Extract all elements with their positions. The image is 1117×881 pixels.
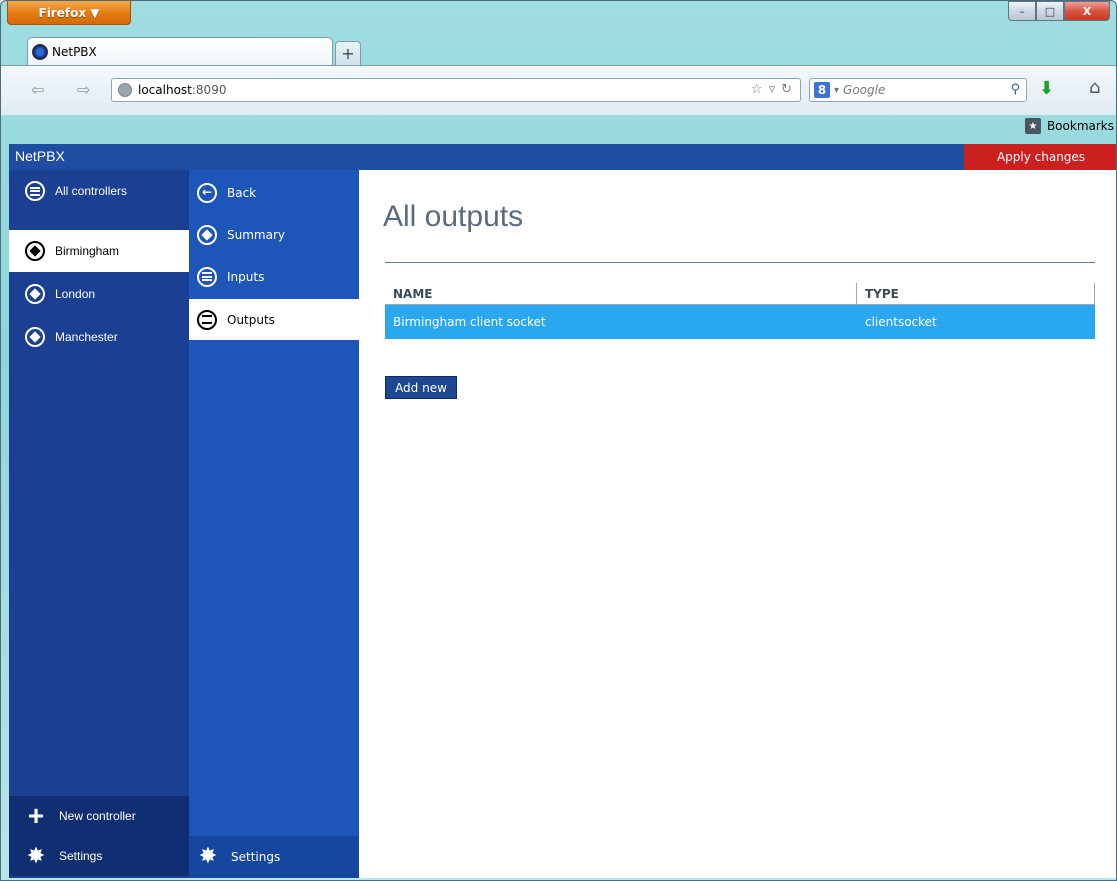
bookmarks-label: Bookmarks	[1046, 119, 1114, 133]
download-icon[interactable]: ⬇	[1039, 78, 1054, 99]
all-controllers-label: All controllers	[55, 184, 128, 198]
column-header-type[interactable]: TYPE	[857, 283, 1095, 304]
dropdown-icon[interactable]: ▿	[769, 82, 776, 97]
menu-item-back[interactable]: ← Back	[189, 172, 359, 213]
list-circle-icon	[197, 266, 217, 287]
close-button[interactable]: X	[1064, 1, 1110, 21]
page-title: All outputs	[383, 200, 524, 233]
search-bar[interactable]: 8 ▾ Google ⚲	[809, 78, 1027, 102]
controller-item-manchester[interactable]: Manchester	[9, 316, 189, 358]
apply-changes-button[interactable]: Apply changes	[964, 144, 1116, 170]
netpbx-favicon-icon	[32, 43, 48, 60]
search-engine-dropdown-icon[interactable]: ▾	[834, 85, 839, 96]
diamond-circle-icon	[197, 224, 217, 245]
forward-arrow-icon[interactable]: ⇨	[77, 80, 90, 99]
controller-label: Manchester	[55, 330, 118, 344]
menu-item-label: Outputs	[227, 312, 275, 327]
bookmarks-button[interactable]: ★ Bookmarks	[1024, 118, 1114, 134]
url-port: :8090	[191, 83, 227, 97]
window-controls: – □ X	[1008, 1, 1110, 21]
bookmarks-icon: ★	[1024, 118, 1041, 134]
settings-label: Settings	[231, 850, 281, 864]
controller-item-london[interactable]: London	[9, 273, 189, 315]
list-circle-icon	[25, 181, 45, 201]
controller-label: Birmingham	[55, 244, 120, 258]
column-header-name[interactable]: NAME	[385, 283, 857, 304]
url-tools: ☆ ▿ ↻	[751, 82, 792, 97]
back-circle-icon: ←	[197, 182, 217, 203]
all-controllers-item[interactable]: All controllers	[9, 170, 189, 212]
globe-icon	[118, 83, 132, 97]
star-icon[interactable]: ☆	[751, 82, 763, 97]
google-icon[interactable]: 8	[814, 82, 830, 98]
gear-icon: ✸	[26, 843, 46, 868]
controller-item-birmingham[interactable]: Birmingham	[9, 230, 189, 272]
netpbx-app: NetPBX Apply changes All controllers Bir…	[9, 144, 1116, 878]
controllers-sidebar: All controllers Birmingham London Manche…	[9, 170, 189, 878]
diamond-circle-icon	[25, 241, 45, 261]
controller-menu: ← Back Summary Inputs Outputs ✸ Settings	[189, 170, 359, 878]
menu-item-label: Back	[227, 185, 257, 200]
controller-label: London	[55, 287, 96, 301]
controller-settings-button[interactable]: ✸ Settings	[189, 836, 359, 878]
list-circle-icon	[197, 309, 217, 330]
cell-name: Birmingham client socket	[393, 315, 546, 329]
diamond-circle-icon	[25, 284, 45, 304]
diamond-circle-icon	[25, 327, 45, 347]
new-tab-button[interactable]: +	[335, 41, 361, 65]
app-title: NetPBX	[15, 148, 65, 164]
menu-item-summary[interactable]: Summary	[189, 214, 359, 255]
browser-tab[interactable]: NetPBX	[27, 37, 333, 65]
global-settings-button[interactable]: ✸ Settings	[9, 836, 189, 876]
firefox-menu-button[interactable]: Firefox ▼	[7, 1, 131, 25]
new-controller-label: New controller	[59, 809, 136, 823]
url-bar[interactable]: localhost :8090 ☆ ▿ ↻	[111, 78, 801, 102]
maximize-button[interactable]: □	[1036, 1, 1064, 21]
menu-item-outputs[interactable]: Outputs	[189, 299, 359, 340]
tab-title: NetPBX	[52, 44, 97, 59]
menu-item-inputs[interactable]: Inputs	[189, 256, 359, 297]
back-arrow-icon[interactable]: ⇦	[31, 80, 44, 99]
reload-icon[interactable]: ↻	[781, 82, 792, 97]
search-icon[interactable]: ⚲	[1010, 82, 1020, 97]
gear-icon: ✸	[198, 844, 218, 869]
plus-icon: +	[27, 800, 45, 831]
search-placeholder: Google	[843, 83, 886, 97]
new-controller-button[interactable]: + New controller	[9, 796, 189, 836]
cell-type: clientsocket	[865, 315, 937, 329]
title-divider	[385, 262, 1095, 263]
navigation-bar: ⇦ ⇨ localhost :8090 ☆ ▿ ↻ 8 ▾ Google ⚲	[1, 65, 1116, 115]
main-content: All outputs NAME TYPE Birmingham client …	[359, 170, 1116, 878]
table-row[interactable]: Birmingham client socket clientsocket	[385, 305, 1095, 339]
menu-item-label: Summary	[227, 227, 285, 242]
app-header: NetPBX Apply changes	[9, 144, 1116, 170]
browser-window: Firefox ▼ – □ X NetPBX + ⇦ ⇨ localhost :…	[0, 0, 1117, 881]
outputs-table: NAME TYPE Birmingham client socket clien…	[385, 283, 1095, 339]
settings-label: Settings	[59, 849, 103, 863]
table-header: NAME TYPE	[385, 283, 1095, 305]
minimize-button[interactable]: –	[1008, 1, 1036, 21]
home-icon[interactable]: ⌂	[1089, 77, 1100, 98]
url-host: localhost	[138, 83, 192, 97]
menu-item-label: Inputs	[227, 269, 265, 284]
add-new-button[interactable]: Add new	[385, 376, 457, 399]
